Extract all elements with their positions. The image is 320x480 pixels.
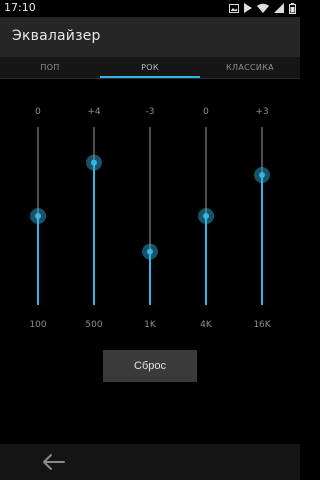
- slider-thumb-1k[interactable]: [147, 248, 153, 255]
- frequency-label-1k: 1K: [144, 320, 156, 330]
- frequency-label-500: 500: [85, 320, 103, 330]
- frequency-label-16k: 16K: [253, 320, 271, 330]
- wifi-icon: [257, 3, 269, 13]
- app-bar: Эквалайзер: [0, 17, 300, 57]
- equalizer-sliders: [30, 127, 270, 305]
- battery-icon: [289, 2, 296, 14]
- equalizer-panel: 0 +4 -3 0 +3 100 500 1K 4K 16K: [0, 100, 300, 340]
- slider-thumb-16k[interactable]: [259, 172, 265, 179]
- frequency-label-4k: 4K: [200, 320, 212, 330]
- slider-thumb-500[interactable]: [91, 159, 97, 166]
- status-icons: [229, 2, 296, 14]
- image-icon: [229, 3, 239, 13]
- slider-thumb-100[interactable]: [35, 213, 41, 219]
- signal-icon: [274, 3, 284, 13]
- play-store-icon: [244, 3, 252, 13]
- back-arrow-icon[interactable]: [40, 452, 66, 472]
- preset-tabs: ПОП РОК КЛАССИКА: [0, 57, 300, 79]
- tab-indicator: [100, 76, 200, 78]
- status-time: 17:10: [4, 1, 36, 14]
- navigation-bar: [0, 444, 300, 480]
- tab-classical[interactable]: КЛАССИКА: [200, 57, 300, 79]
- page-title: Эквалайзер: [12, 28, 101, 44]
- reset-button[interactable]: Сброс: [103, 350, 197, 382]
- frequency-label-100: 100: [29, 320, 47, 330]
- slider-thumb-4k[interactable]: [203, 213, 209, 219]
- tab-pop[interactable]: ПОП: [0, 57, 100, 79]
- status-bar: 17:10: [0, 0, 300, 17]
